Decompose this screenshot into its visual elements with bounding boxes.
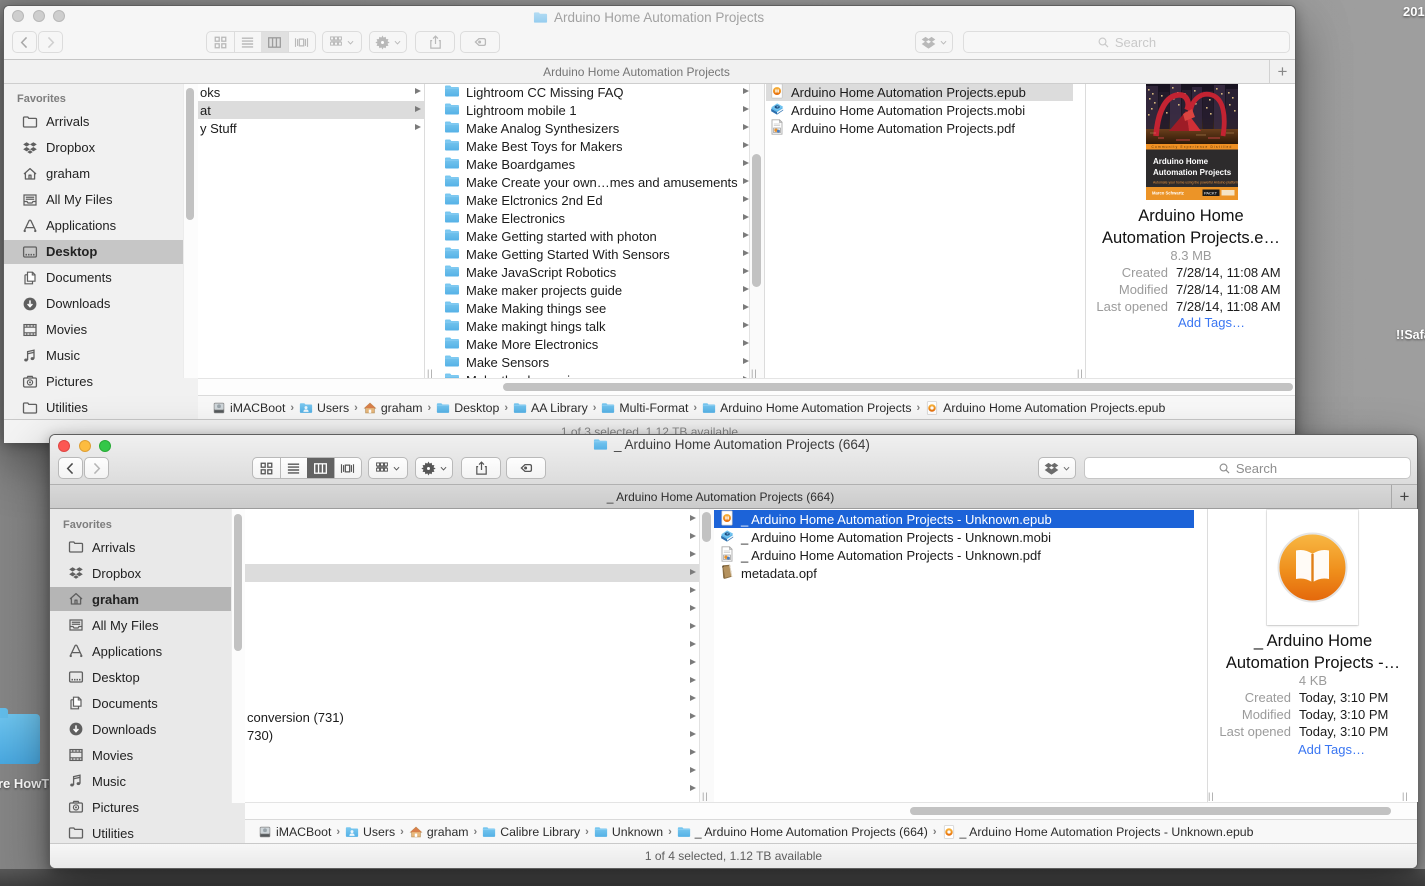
svg-text:Automation Projects: Automation Projects — [1153, 168, 1232, 177]
svg-text:Automate your home using the p: Automate your home using the powerful Ar… — [1153, 181, 1238, 185]
svg-text:Community Experience Distilled: Community Experience Distilled — [1152, 145, 1233, 149]
svg-text:Arduino Home: Arduino Home — [1153, 157, 1209, 166]
svg-text:PACKT: PACKT — [1204, 190, 1218, 195]
svg-text:Marco Schwartz: Marco Schwartz — [1152, 191, 1184, 196]
